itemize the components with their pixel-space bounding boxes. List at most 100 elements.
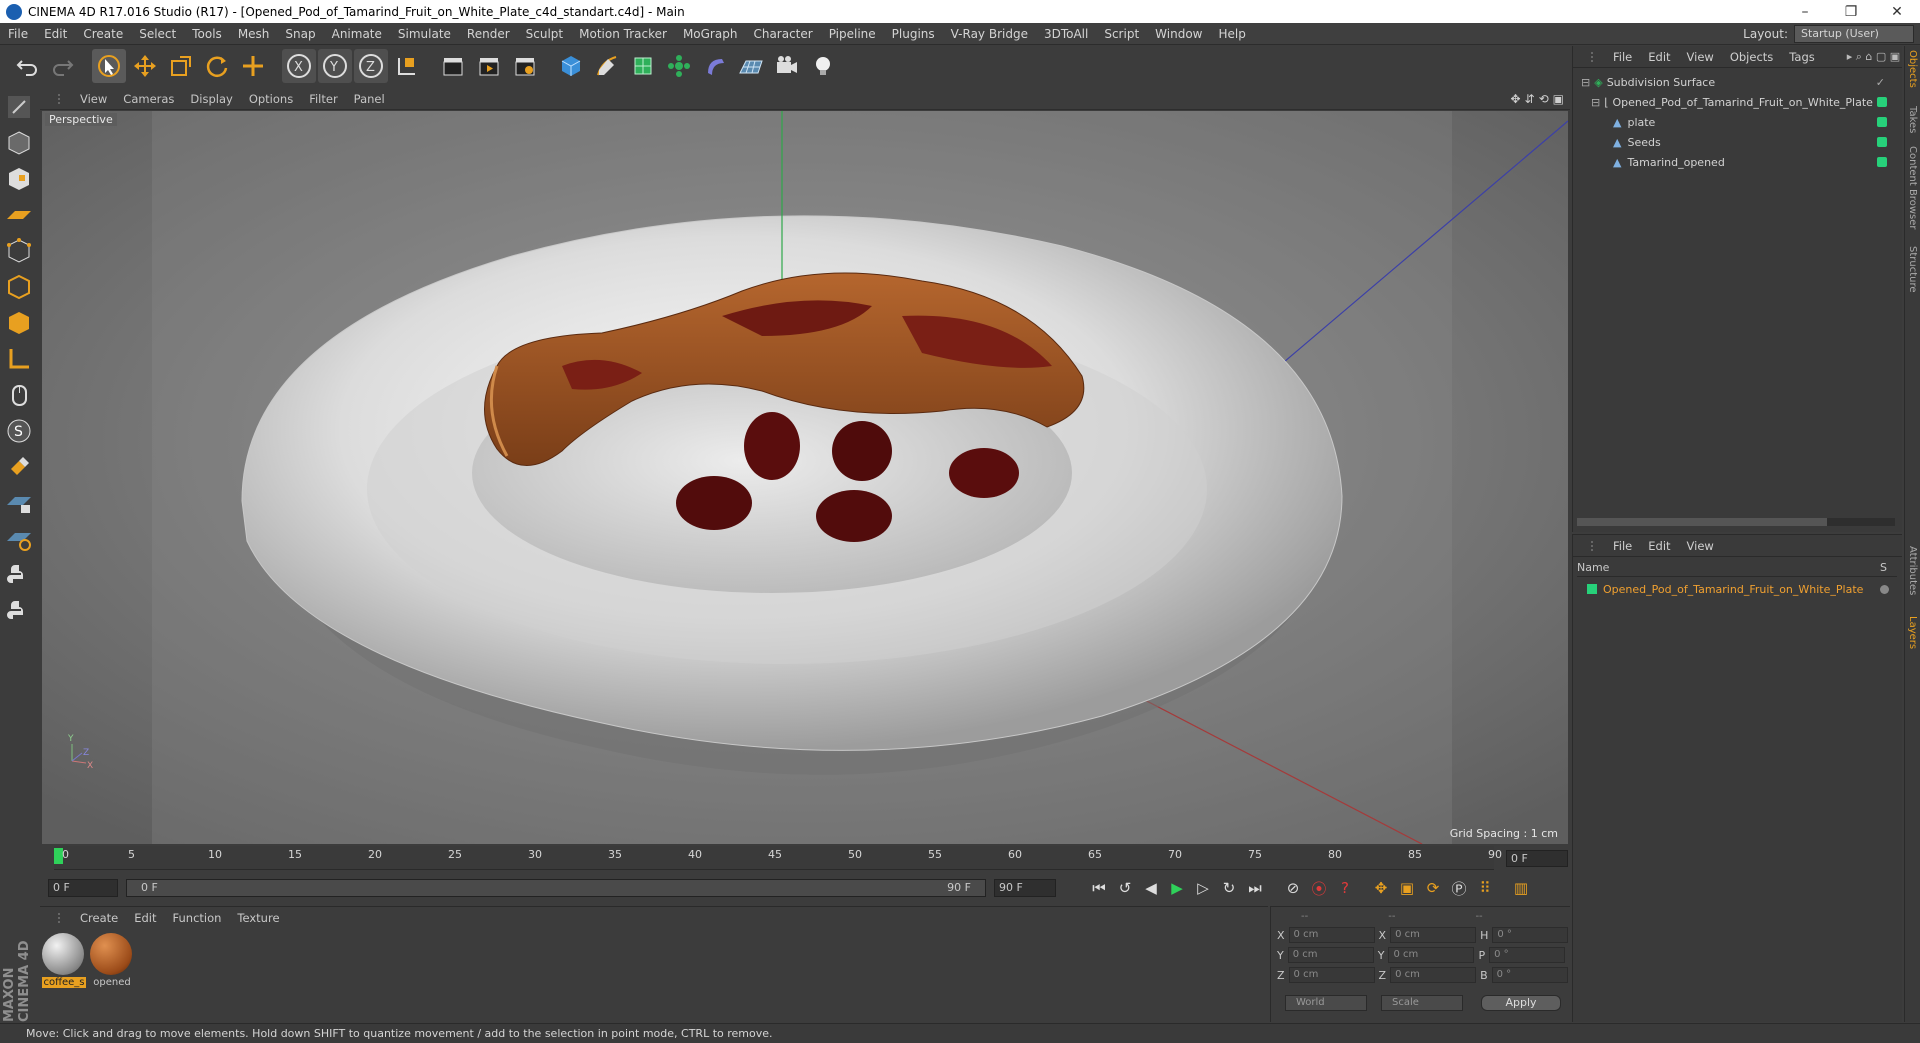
coord-rot-p-field[interactable]: 0 ° — [1489, 947, 1566, 963]
end-frame-field[interactable]: 90 F — [994, 879, 1056, 897]
menu-character[interactable]: Character — [745, 27, 820, 41]
move-tool-button[interactable] — [128, 49, 162, 83]
python-script-2-button[interactable] — [2, 594, 36, 628]
material-menu-edit[interactable]: Edit — [126, 911, 164, 925]
transform-tool-button[interactable] — [236, 49, 270, 83]
material-menu-texture[interactable]: Texture — [229, 911, 287, 925]
next-key-button[interactable]: ↻ — [1216, 876, 1242, 900]
tab-content-browser[interactable]: Content Browser — [1907, 146, 1918, 229]
deformer-button[interactable] — [698, 49, 732, 83]
om-horizontal-scrollbar[interactable] — [1577, 518, 1895, 526]
cube-object-button[interactable] — [554, 49, 588, 83]
key-param-button[interactable]: Ⓟ — [1446, 876, 1472, 900]
layer-color-tag[interactable] — [1877, 117, 1887, 127]
rotate-tool-button[interactable] — [200, 49, 234, 83]
object-row-seeds[interactable]: ▲ Seeds — [1573, 132, 1903, 152]
scale-tool-button[interactable] — [164, 49, 198, 83]
subdivision-button[interactable] — [626, 49, 660, 83]
minimize-button[interactable]: – — [1782, 4, 1828, 20]
coord-pos-y-field[interactable]: 0 cm — [1287, 947, 1374, 963]
menu-window[interactable]: Window — [1147, 27, 1210, 41]
play-button[interactable]: ▶ — [1164, 876, 1190, 900]
coord-pos-z-field[interactable]: 0 cm — [1288, 967, 1375, 983]
timeline-window-button[interactable]: ▥ — [1508, 876, 1534, 900]
coord-size-x-field[interactable]: 0 cm — [1390, 927, 1477, 943]
viewport-menu-panel[interactable]: Panel — [346, 92, 393, 106]
lm-menu-view[interactable]: View — [1679, 539, 1722, 553]
viewport-menu-filter[interactable]: Filter — [301, 92, 345, 106]
expand-icon[interactable]: ⊟ — [1581, 76, 1590, 89]
menu-animate[interactable]: Animate — [324, 27, 390, 41]
edges-mode-button[interactable] — [2, 270, 36, 304]
object-row-tamarind-opened[interactable]: ▲ Tamarind_opened — [1573, 152, 1903, 172]
tab-objects[interactable]: Objects — [1907, 50, 1918, 88]
polygons-mode-button[interactable] — [2, 306, 36, 340]
motion-record-button[interactable]: ⊘ — [1280, 876, 1306, 900]
goto-end-button[interactable]: ⏭ — [1242, 876, 1268, 900]
menu-plugins[interactable]: Plugins — [884, 27, 943, 41]
menu-simulate[interactable]: Simulate — [390, 27, 459, 41]
floor-button[interactable] — [734, 49, 768, 83]
menu-file[interactable]: File — [0, 27, 36, 41]
menu-vray-bridge[interactable]: V-Ray Bridge — [943, 27, 1036, 41]
texture-mode-button[interactable] — [2, 162, 36, 196]
check-icon[interactable]: ✓ — [1876, 76, 1885, 89]
key-scale-button[interactable]: ▣ — [1394, 876, 1420, 900]
x-axis-lock-button[interactable]: X — [282, 49, 316, 83]
apply-button[interactable]: Apply — [1481, 995, 1561, 1011]
dolly-view-icon[interactable]: ⇵ — [1525, 92, 1535, 106]
lock-workplane-button[interactable] — [2, 486, 36, 520]
model-mode-button[interactable] — [2, 126, 36, 160]
om-toolbar-icons[interactable]: ▸ ⌕ ⌂ ▢ ▣ — [1847, 50, 1900, 64]
render-view-button[interactable] — [436, 49, 470, 83]
start-frame-field[interactable]: 0 F — [48, 879, 118, 897]
menu-pipeline[interactable]: Pipeline — [821, 27, 884, 41]
timeline-ruler[interactable]: 0 5 10 15 20 25 30 35 40 45 50 55 60 65 … — [54, 846, 1502, 870]
points-mode-button[interactable] — [2, 234, 36, 268]
tab-structure[interactable]: Structure — [1907, 246, 1918, 293]
redo-button[interactable] — [46, 49, 80, 83]
axis-mode-button[interactable] — [2, 342, 36, 376]
frame-range-slider[interactable]: 0 F 90 F — [126, 879, 986, 897]
restore-button[interactable]: ❐ — [1828, 4, 1874, 20]
goto-start-button[interactable]: ⏮ — [1086, 876, 1112, 900]
menu-edit[interactable]: Edit — [36, 27, 75, 41]
tweak-mode-button[interactable] — [2, 378, 36, 412]
om-menu-tags[interactable]: Tags — [1781, 50, 1822, 64]
current-frame-field[interactable]: 0 F — [1506, 850, 1568, 867]
render-picture-viewer-button[interactable] — [472, 49, 506, 83]
om-menu-objects[interactable]: Objects — [1722, 50, 1781, 64]
y-axis-lock-button[interactable]: Y — [318, 49, 352, 83]
python-script-button[interactable] — [2, 558, 36, 592]
object-row-plate[interactable]: ▲ plate — [1573, 112, 1903, 132]
auto-key-button[interactable]: ? — [1332, 876, 1358, 900]
menu-3dtoall[interactable]: 3DToAll — [1036, 27, 1096, 41]
render-settings-button[interactable] — [508, 49, 542, 83]
tab-layers[interactable]: Layers — [1907, 616, 1918, 649]
viewport-menu-view[interactable]: View — [72, 92, 115, 106]
om-menu-view[interactable]: View — [1679, 50, 1722, 64]
layer-color-swatch[interactable] — [1587, 584, 1597, 594]
light-button[interactable] — [806, 49, 840, 83]
array-button[interactable] — [662, 49, 696, 83]
om-menu-edit[interactable]: Edit — [1640, 50, 1678, 64]
coord-size-y-field[interactable]: 0 cm — [1388, 947, 1475, 963]
viewport-menu-display[interactable]: Display — [182, 92, 240, 106]
coord-size-z-field[interactable]: 0 cm — [1390, 967, 1477, 983]
layer-color-tag[interactable] — [1877, 157, 1887, 167]
lm-menu-file[interactable]: File — [1605, 539, 1640, 553]
menu-select[interactable]: Select — [131, 27, 184, 41]
coordinate-system-button[interactable] — [390, 49, 424, 83]
undo-button[interactable] — [10, 49, 44, 83]
object-row-subdivision-surface[interactable]: ⊟ ◈ Subdivision Surface ✓ — [1573, 72, 1903, 92]
solo-button[interactable]: S — [2, 414, 36, 448]
make-editable-button[interactable] — [2, 90, 36, 124]
solo-toggle-icon[interactable] — [1880, 584, 1889, 594]
menu-motion-tracker[interactable]: Motion Tracker — [571, 27, 675, 41]
camera-button[interactable] — [770, 49, 804, 83]
pan-view-icon[interactable]: ✥ — [1510, 92, 1520, 106]
coord-space-dropdown[interactable]: World — [1285, 995, 1367, 1011]
om-menu-file[interactable]: File — [1605, 50, 1640, 64]
prev-key-button[interactable]: ↺ — [1112, 876, 1138, 900]
tab-takes[interactable]: Takes — [1907, 106, 1918, 133]
